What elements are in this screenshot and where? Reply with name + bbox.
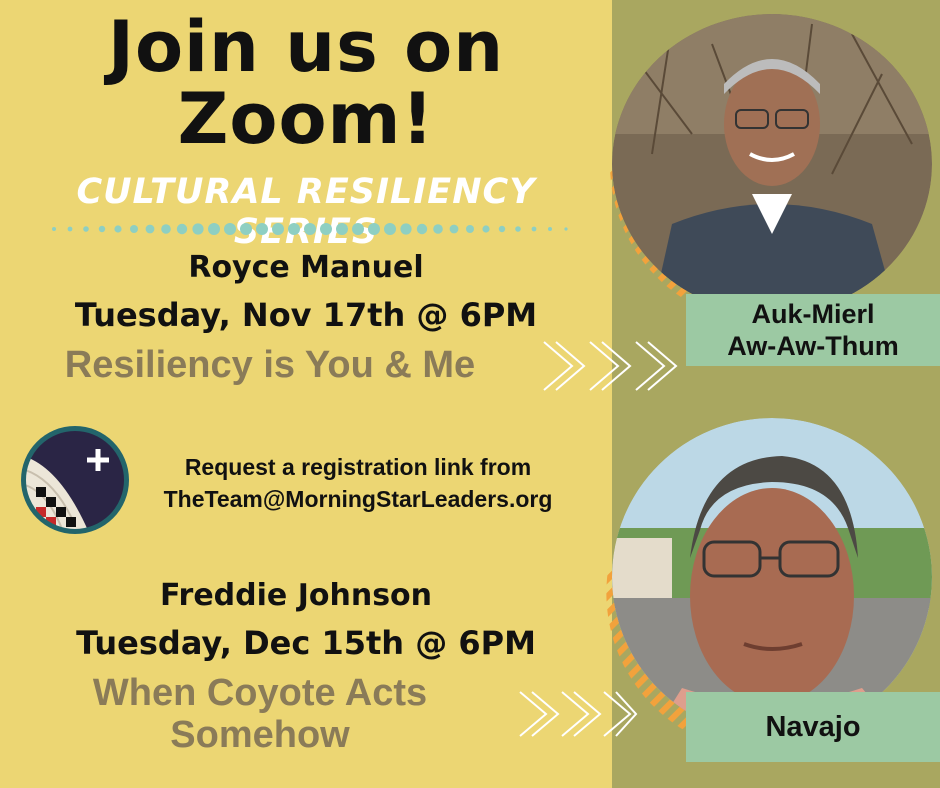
speaker-photo-freddie-johnson — [612, 418, 932, 736]
event2-title-line-2: Somehow — [170, 714, 350, 756]
dotted-divider — [52, 223, 568, 235]
event1-title: Resiliency is You & Me — [64, 344, 476, 386]
morning-star-logo — [21, 426, 129, 534]
event1-speaker: Royce Manuel — [188, 250, 424, 285]
registration-email[interactable]: TheTeam@MorningStarLeaders.org — [138, 486, 578, 513]
headline-line-1: Join us on — [107, 6, 505, 88]
series-title: CULTURAL RESILIENCY SERIES — [76, 172, 536, 252]
speaker-photo-royce-manuel — [612, 14, 932, 314]
nation-label-1-line-1: Auk-Mierl — [751, 299, 875, 329]
event1-date: Tuesday, Nov 17th @ 6PM — [74, 296, 538, 334]
nation-label-1-line-2: Aw-Aw-Thum — [727, 331, 899, 361]
chevron-arrows-icon — [543, 341, 678, 391]
nation-label-1: Auk-Mierl Aw-Aw-Thum — [686, 294, 940, 366]
registration-text: Request a registration link from — [184, 454, 532, 480]
nation-label-2: Navajo — [686, 692, 940, 762]
headline-line-2: Zoom! — [177, 78, 435, 160]
event2-speaker: Freddie Johnson — [159, 578, 433, 613]
event2-title-line-1: When Coyote Acts — [92, 672, 428, 714]
event2-date: Tuesday, Dec 15th @ 6PM — [76, 624, 536, 662]
